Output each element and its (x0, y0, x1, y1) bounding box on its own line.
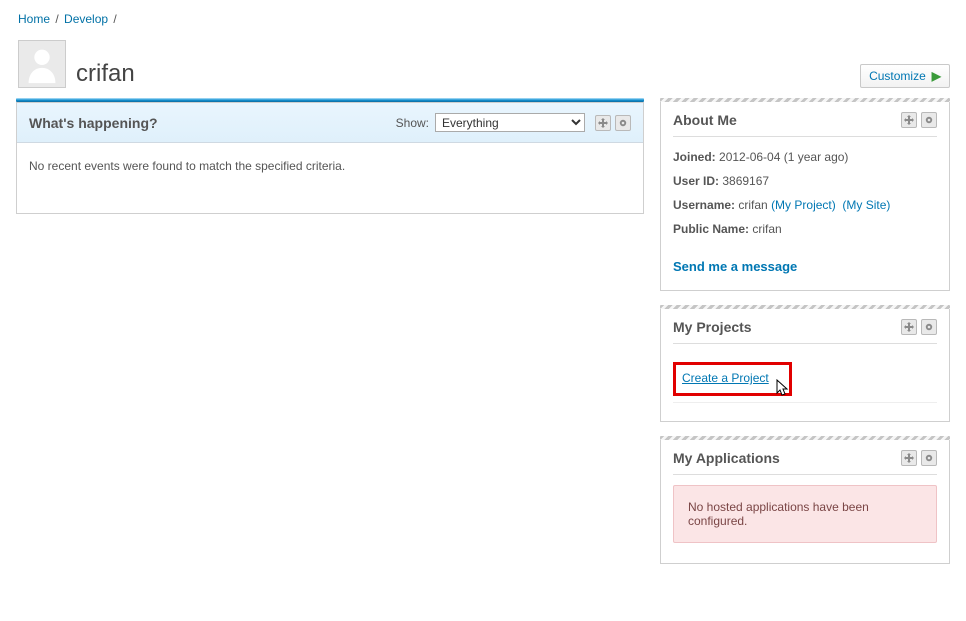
gear-icon[interactable] (921, 450, 937, 466)
no-applications-alert: No hosted applications have been configu… (673, 485, 937, 543)
activity-feed-title: What's happening? (29, 115, 396, 131)
profile-head: crifan (16, 38, 135, 88)
breadcrumb-sep: / (111, 12, 118, 26)
page-title: crifan (76, 62, 135, 88)
meta-username: Username: crifan (My Project) (My Site) (673, 195, 937, 219)
activity-feed-body: No recent events were found to match the… (17, 143, 643, 213)
meta-userid-label: User ID: (673, 174, 719, 188)
meta-publicname-label: Public Name: (673, 222, 749, 236)
show-filter-select[interactable]: Everything (435, 113, 585, 132)
divider (673, 136, 937, 137)
meta-publicname: Public Name: crifan (673, 219, 937, 243)
gear-icon[interactable] (921, 112, 937, 128)
activity-feed-panel: What's happening? Show: Everything No re… (16, 102, 644, 214)
breadcrumb: Home / Develop / (16, 10, 950, 32)
divider (673, 343, 937, 344)
about-me-title: About Me (673, 112, 891, 128)
divider (673, 474, 937, 475)
meta-username-label: Username: (673, 198, 735, 212)
customize-label: Customize (869, 69, 926, 83)
breadcrumb-develop[interactable]: Develop (64, 12, 108, 26)
gear-icon[interactable] (615, 115, 631, 131)
my-site-link[interactable]: (My Site) (842, 198, 890, 212)
move-icon[interactable] (595, 115, 611, 131)
move-icon[interactable] (901, 319, 917, 335)
create-project-highlight: Create a Project (673, 362, 792, 396)
meta-joined-value: 2012-06-04 (1 year ago) (719, 150, 848, 164)
my-projects-title: My Projects (673, 319, 891, 335)
breadcrumb-sep: / (53, 12, 60, 26)
gear-icon[interactable] (921, 319, 937, 335)
create-project-link[interactable]: Create a Project (682, 371, 769, 385)
meta-joined-label: Joined: (673, 150, 716, 164)
meta-publicname-value: crifan (752, 222, 781, 236)
my-project-link[interactable]: (My Project) (771, 198, 836, 212)
avatar (18, 40, 66, 88)
customize-button[interactable]: Customize ▶ (860, 64, 950, 88)
meta-username-value: crifan (738, 198, 767, 212)
show-filter-label: Show: (396, 116, 429, 130)
cursor-icon (773, 379, 791, 401)
move-icon[interactable] (901, 450, 917, 466)
send-message-link[interactable]: Send me a message (673, 259, 937, 274)
breadcrumb-home[interactable]: Home (18, 12, 50, 26)
meta-joined: Joined: 2012-06-04 (1 year ago) (673, 147, 937, 171)
activity-empty-message: No recent events were found to match the… (29, 159, 345, 173)
my-projects-panel: My Projects Create a Project (660, 309, 950, 422)
move-icon[interactable] (901, 112, 917, 128)
my-applications-title: My Applications (673, 450, 891, 466)
meta-userid-value: 3869167 (722, 174, 769, 188)
meta-userid: User ID: 3869167 (673, 171, 937, 195)
chevron-right-icon: ▶ (932, 69, 941, 83)
my-applications-panel: My Applications No hosted applications h… (660, 440, 950, 564)
about-me-panel: About Me Joined: 2012-06-04 (1 year ago)… (660, 102, 950, 291)
divider (673, 402, 937, 403)
